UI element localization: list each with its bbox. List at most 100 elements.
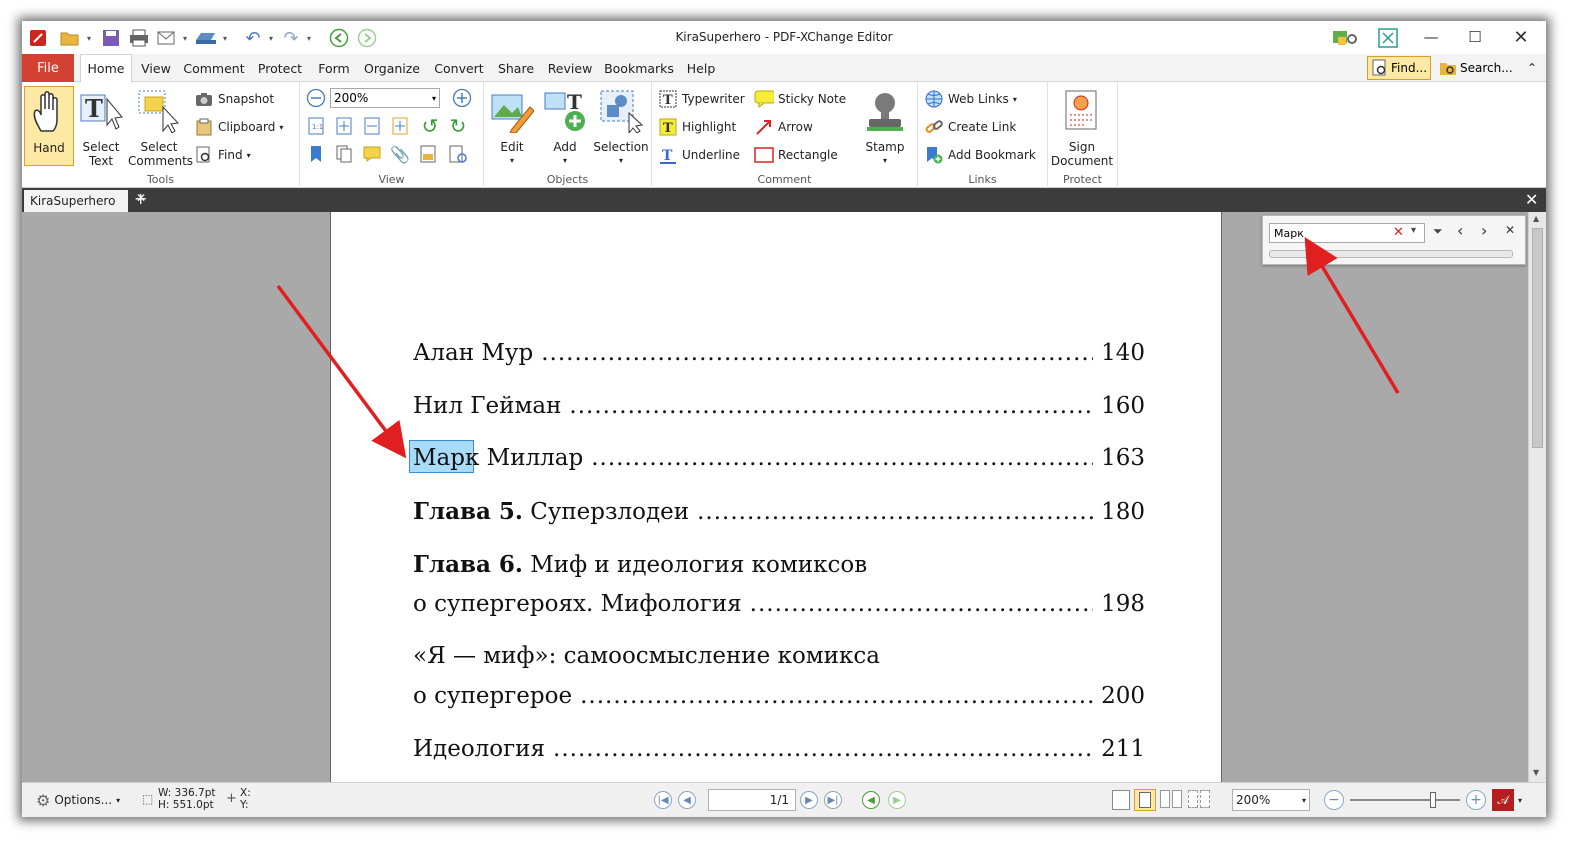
typewriter-button[interactable]: T Typewriter (658, 88, 745, 110)
zoom-slider[interactable] (1350, 790, 1460, 810)
maximize-button[interactable]: ☐ (1460, 25, 1490, 49)
fullscreen-icon[interactable] (1376, 28, 1400, 48)
zoom-out-icon[interactable] (306, 88, 326, 108)
zoom-out-icon[interactable]: − (1324, 790, 1344, 810)
thumbnails-pane-icon[interactable] (334, 144, 354, 164)
zoom-in-icon[interactable] (452, 88, 472, 108)
highlight-button[interactable]: T Highlight (658, 116, 736, 138)
toc-dots: ........................................… (541, 340, 1093, 366)
tab-convert[interactable]: Convert (432, 54, 486, 82)
selection-icon (599, 86, 643, 136)
find-tool-button[interactable]: Find ▾ (194, 144, 251, 166)
find-options-icon[interactable]: ⏷ (1433, 224, 1443, 239)
toc-page-number: 211 (1101, 736, 1145, 762)
clear-search-icon[interactable]: ✕ (1393, 225, 1404, 240)
next-view-icon[interactable]: ▶ (888, 791, 906, 809)
toc-entry-text: Миф и идеология комиксов (522, 552, 868, 578)
rotate-right-icon[interactable]: ↻ (448, 114, 468, 138)
web-links-button[interactable]: Web Links ▾ (924, 88, 1017, 110)
continuous-facing-icon[interactable] (1188, 790, 1212, 810)
pdf-page[interactable]: Алан Мур ...............................… (330, 212, 1222, 782)
tab-review[interactable]: Review (544, 54, 596, 82)
toc-entry-text: Идеология (413, 736, 546, 762)
rotate-left-icon[interactable]: ↺ (420, 114, 440, 138)
tab-file[interactable]: File (22, 54, 74, 82)
properties-pane-icon[interactable] (448, 144, 468, 164)
sticky-note-button[interactable]: Sticky Note (754, 88, 846, 110)
scrollbar-thumb[interactable] (1532, 228, 1543, 448)
next-page-icon[interactable]: ▶ (800, 791, 818, 809)
arrow-button[interactable]: Arrow (754, 116, 813, 138)
snapshot-button[interactable]: Snapshot (194, 88, 274, 110)
close-button[interactable]: ✕ (1506, 25, 1536, 49)
next-result-icon[interactable]: › (1481, 221, 1487, 240)
arrow-tool-icon (754, 117, 774, 137)
tab-home[interactable]: Home (80, 54, 132, 82)
tab-organize[interactable]: Organize (362, 54, 422, 82)
pdf-viewer-switch[interactable]: 𝒜 ▾ (1492, 789, 1522, 811)
tab-comment[interactable]: Comment (182, 54, 246, 82)
sign-document-button[interactable]: Sign Document (1050, 86, 1114, 168)
rectangle-button[interactable]: Rectangle (754, 144, 838, 166)
fit-visible-icon[interactable] (390, 116, 410, 136)
first-page-icon[interactable]: |◀ (654, 791, 672, 809)
zoom-in-icon[interactable]: + (1466, 790, 1486, 810)
previous-result-icon[interactable]: ‹ (1457, 221, 1463, 240)
select-comments-button[interactable]: Select Comments (128, 86, 193, 168)
tab-form[interactable]: Form (314, 54, 354, 82)
search-button[interactable]: Search... (1435, 56, 1525, 80)
comments-pane-icon[interactable] (362, 144, 382, 164)
continuous-page-icon[interactable] (1134, 789, 1156, 811)
attachments-pane-icon[interactable]: 📎 (390, 144, 410, 164)
actual-size-icon[interactable]: 1:1 (306, 116, 326, 136)
chevron-down-icon[interactable]: ▾ (1411, 225, 1416, 236)
zoom-field[interactable]: 200% ▾ (330, 88, 440, 108)
new-tab-icon[interactable]: + (134, 189, 147, 208)
fit-width-icon[interactable] (362, 116, 382, 136)
facing-pages-icon[interactable] (1160, 790, 1184, 810)
add-bookmark-button[interactable]: Add Bookmark (924, 144, 1036, 166)
toc-line: Глава 6. Миф и идеология комиксов (413, 551, 867, 578)
tab-bookmarks[interactable]: Bookmarks (602, 54, 676, 82)
last-page-icon[interactable]: ▶| (824, 791, 842, 809)
create-link-button[interactable]: Create Link (924, 116, 1016, 138)
underline-label: Underline (682, 148, 740, 162)
tab-view[interactable]: View (136, 54, 176, 82)
tab-protect[interactable]: Protect (254, 54, 306, 82)
clipboard-button[interactable]: Clipboard ▾ (194, 116, 283, 138)
scroll-up-icon[interactable]: ▲ (1533, 214, 1539, 223)
edit-button[interactable]: Edit ▾ (486, 86, 538, 168)
page-layout-controls (1112, 789, 1212, 811)
close-find-icon[interactable]: ✕ (1505, 223, 1515, 237)
zoom-slider-thumb[interactable] (1430, 792, 1436, 808)
options-button[interactable]: ⚙ Options... ▾ (36, 789, 120, 811)
document-viewer[interactable]: Алан Мур ...............................… (22, 212, 1546, 782)
underline-button[interactable]: T Underline (658, 144, 740, 166)
bookmarks-pane-icon[interactable] (306, 144, 326, 164)
stamp-button[interactable]: Stamp ▾ (858, 86, 912, 168)
selection-button[interactable]: Selection ▾ (592, 86, 650, 168)
fit-page-icon[interactable] (334, 116, 354, 136)
ui-options-icon[interactable] (1330, 28, 1360, 48)
document-tab[interactable]: KiraSuperhero ✕ (24, 190, 146, 212)
find-button-label: Find... (1391, 61, 1428, 75)
previous-view-icon[interactable]: ◀ (862, 791, 880, 809)
hand-button[interactable]: Hand (24, 86, 74, 166)
add-button[interactable]: T Add ▾ (540, 86, 590, 168)
single-page-icon[interactable] (1112, 790, 1130, 810)
tab-share[interactable]: Share (494, 54, 538, 82)
close-document-icon[interactable]: ✕ (1525, 190, 1538, 209)
select-text-button[interactable]: T Select Text (76, 86, 126, 168)
previous-page-icon[interactable]: ◀ (678, 791, 696, 809)
content-pane-icon[interactable] (418, 144, 438, 164)
page-number-field[interactable]: 1/1 (708, 789, 796, 811)
minimize-button[interactable]: — (1416, 25, 1446, 49)
status-zoom-field[interactable]: 200% ▾ (1232, 789, 1310, 811)
typewriter-label: Typewriter (682, 92, 745, 106)
find-button[interactable]: Find... (1367, 56, 1431, 80)
tab-help[interactable]: Help (682, 54, 720, 82)
scroll-down-icon[interactable]: ▼ (1533, 768, 1539, 777)
gear-icon: ⚙ (36, 790, 51, 810)
collapse-ribbon-icon[interactable]: ⌃ (1522, 54, 1542, 82)
vertical-scrollbar[interactable]: ▲ ▼ (1528, 212, 1546, 782)
